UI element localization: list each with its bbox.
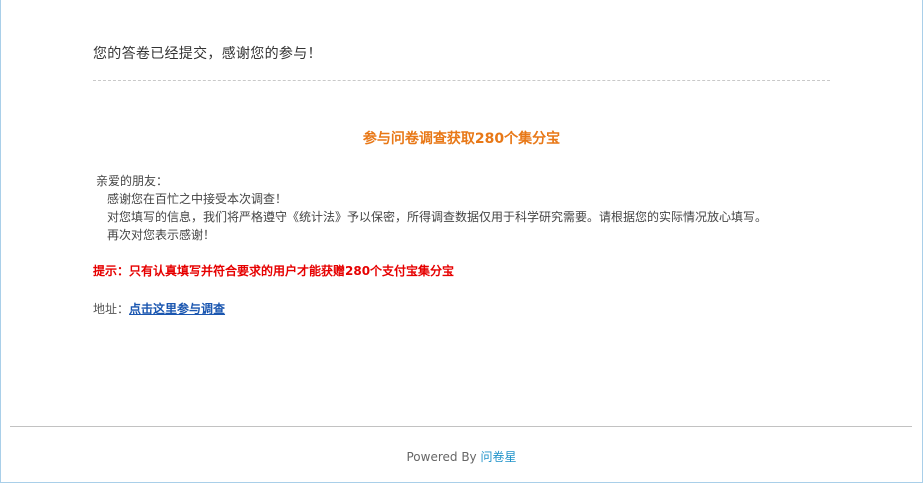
notice-text: 提示：只有认真填写并符合要求的用户才能获赠280个支付宝集分宝 <box>93 264 455 278</box>
submission-message: 您的答卷已经提交，感谢您的参与！ <box>93 46 322 62</box>
letter-line-closing: 再次对您表示感谢！ <box>107 228 216 242</box>
promo-title: 参与问卷调查获取280个集分宝 <box>362 131 561 147</box>
footer: Powered By 问卷星 <box>0 448 923 465</box>
letter-greeting: 亲爱的朋友： <box>96 174 169 188</box>
survey-link[interactable]: 点击这里参与调查 <box>129 302 225 316</box>
letter-body: 亲爱的朋友： 感谢您在百忙之中接受本次调查！ 对您填写的信息，我们将严格遵守《统… <box>96 172 767 244</box>
powered-by-text: Powered By <box>406 450 477 464</box>
letter-line-thanks: 感谢您在百忙之中接受本次调查！ <box>107 192 288 206</box>
address-label: 地址： <box>93 302 130 316</box>
dashed-divider <box>93 80 830 81</box>
footer-divider <box>10 426 912 427</box>
brand-link[interactable]: 问卷星 <box>480 450 516 464</box>
address-row: 地址：点击这里参与调查 <box>93 300 225 317</box>
letter-line-privacy: 对您填写的信息，我们将严格遵守《统计法》予以保密，所得调查数据仅用于科学研究需要… <box>107 210 768 224</box>
